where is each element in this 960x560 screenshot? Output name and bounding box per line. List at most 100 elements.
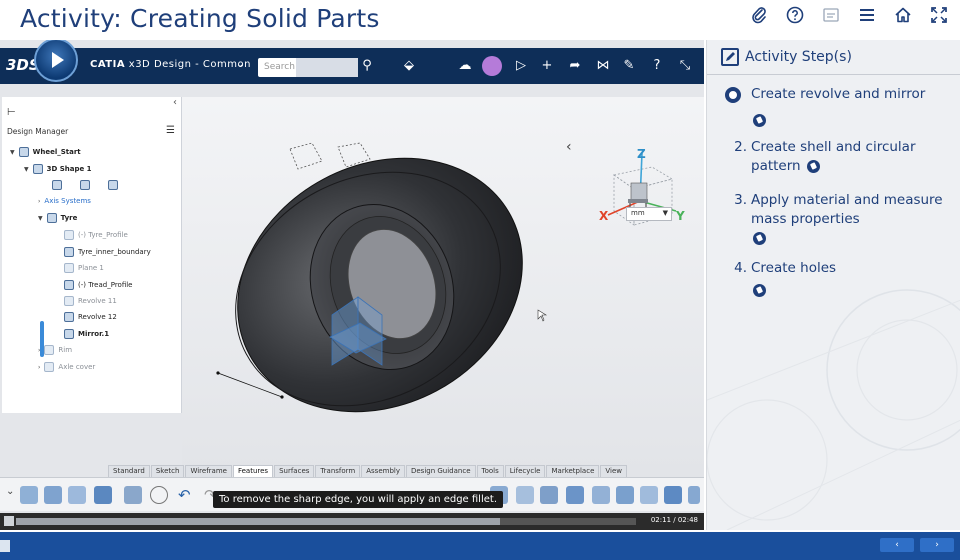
thickness-icon[interactable] <box>592 486 610 504</box>
step-4-play-icon[interactable] <box>753 284 766 297</box>
body-icon <box>46 213 57 223</box>
pattern-icon[interactable] <box>124 486 142 504</box>
step-3-play-icon[interactable] <box>753 232 766 245</box>
toolbar-expand-icon[interactable]: ⌄ <box>6 486 16 504</box>
tab-view[interactable]: View <box>600 465 628 477</box>
tree-item-plane-1[interactable]: Plane 1 <box>64 263 104 273</box>
tree-item-tyre-inner-boundary[interactable]: Tyre_inner_boundary <box>64 247 151 257</box>
expand-icon[interactable]: › <box>38 364 40 371</box>
search-icon[interactable]: ⚲ <box>358 57 376 75</box>
tree-item-label: 3D Shape 1 <box>46 165 92 173</box>
tree-item-label: Axis Systems <box>44 197 91 205</box>
step-text: Create shell and circular pattern <box>751 139 916 174</box>
tree-item-3d-shape[interactable]: ▼ 3D Shape 1 <box>24 164 92 174</box>
play-pause-button[interactable] <box>4 516 14 526</box>
avatar[interactable] <box>482 56 502 76</box>
tree-item-revolve-11[interactable]: Revolve 11 <box>64 296 117 306</box>
3d-viewport[interactable]: ‹ Z X Y mm ▼ <box>182 97 704 477</box>
network-icon[interactable]: ⋈ <box>594 57 612 75</box>
expand-icon[interactable]: ▼ <box>38 215 43 222</box>
forward-icon[interactable]: ➦ <box>566 57 584 75</box>
tree-item-rim[interactable]: › Rim <box>38 345 72 355</box>
tree-item-mirror[interactable]: Mirror.1 <box>64 329 109 339</box>
expand-icon[interactable]: ▼ <box>10 149 15 156</box>
page-title: Activity: Creating Solid Parts <box>20 4 380 33</box>
undo-icon[interactable]: ↶ <box>178 486 196 504</box>
tab-wireframe[interactable]: Wireframe <box>185 465 232 477</box>
tab-design-guidance[interactable]: Design Guidance <box>405 465 476 477</box>
home-icon[interactable] <box>892 4 914 26</box>
catia-help-icon[interactable]: ? <box>648 57 666 75</box>
step-text: Create revolve and mirror <box>751 86 926 102</box>
boolean-icon[interactable] <box>664 486 682 504</box>
progress-bar[interactable] <box>16 518 636 525</box>
expand-icon[interactable]: › <box>38 347 40 354</box>
tab-tools[interactable]: Tools <box>476 465 504 477</box>
time-display: 02:11 / 02:48 <box>650 516 698 524</box>
prev-button[interactable]: ‹ <box>880 538 914 552</box>
step-number: 4. <box>734 260 747 276</box>
tab-assembly[interactable]: Assembly <box>361 465 405 477</box>
tree-item-axle-cover[interactable]: › Axle cover <box>38 362 95 372</box>
step-1-play-icon[interactable] <box>753 114 766 127</box>
draft-icon[interactable] <box>540 486 558 504</box>
share-play-icon[interactable]: ▷ <box>512 57 530 75</box>
chamfer-icon[interactable] <box>516 486 534 504</box>
shape-icon <box>32 164 43 174</box>
tree-item-tread-profile[interactable]: (-) Tread_Profile <box>64 280 133 290</box>
chevron-left-icon[interactable]: ‹ <box>566 139 572 155</box>
step-2-play-icon[interactable] <box>807 160 820 173</box>
video-player[interactable]: 3DS CATIA x3D Design - Common ⌄ Search ⚲… <box>0 40 704 530</box>
more-tools-icon[interactable] <box>688 486 700 504</box>
split-icon[interactable] <box>616 486 634 504</box>
gear-icon[interactable] <box>150 486 168 504</box>
tools-icon[interactable]: ✎ <box>620 57 638 75</box>
remove-icon[interactable] <box>640 486 658 504</box>
add-icon[interactable]: + <box>538 57 556 75</box>
shaft-icon[interactable] <box>68 486 86 504</box>
fullscreen-icon[interactable] <box>928 4 950 26</box>
collapse-panel-icon[interactable]: ‹ <box>173 97 177 108</box>
tab-features[interactable]: Features <box>232 465 274 477</box>
tree-item-revolve-12[interactable]: Revolve 12 <box>64 312 117 322</box>
shell-icon[interactable] <box>566 486 584 504</box>
cloud-icon[interactable]: ☁ <box>456 57 474 75</box>
axis-y-label: Y <box>676 209 685 223</box>
pad-icon[interactable] <box>20 486 38 504</box>
collapse-icon[interactable]: ⤡ <box>676 57 694 75</box>
unit-select[interactable]: mm ▼ <box>626 207 672 221</box>
paperclip-icon[interactable] <box>748 4 770 26</box>
tab-standard[interactable]: Standard <box>108 465 150 477</box>
expand-icon[interactable]: › <box>38 198 40 205</box>
compass-icon[interactable] <box>34 40 78 82</box>
help-icon[interactable] <box>784 4 806 26</box>
tab-transform[interactable]: Transform <box>315 465 361 477</box>
catia-top-bar: 3DS CATIA x3D Design - Common ⌄ Search ⚲… <box>0 48 704 84</box>
expand-icon[interactable]: ▼ <box>24 166 29 173</box>
transcript-icon[interactable] <box>820 4 842 26</box>
tree-item-axis-systems[interactable]: › Axis Systems <box>38 197 91 205</box>
app-dropdown-icon[interactable]: ⌄ <box>236 59 244 70</box>
next-button[interactable]: › <box>920 538 954 552</box>
panel-menu-icon[interactable]: ☰ <box>166 125 175 136</box>
footer-bar: ‹ › <box>0 532 960 560</box>
product-icon <box>18 147 29 157</box>
tree-item-label: Revolve 12 <box>78 313 117 321</box>
revolve-icon <box>64 296 74 306</box>
tree-item-wheel-start[interactable]: ▼ Wheel_Start <box>10 147 81 157</box>
tag-icon[interactable]: ⬙ <box>400 57 418 75</box>
revolve-icon <box>64 312 74 322</box>
tab-surfaces[interactable]: Surfaces <box>274 465 315 477</box>
tree-item-tyre[interactable]: ▼ Tyre <box>38 213 77 223</box>
pocket-icon[interactable] <box>44 486 62 504</box>
tree-item-tyre-profile[interactable]: (-) Tyre_Profile <box>64 230 128 240</box>
tab-sketch[interactable]: Sketch <box>150 465 185 477</box>
divider <box>707 74 960 75</box>
tab-marketplace[interactable]: Marketplace <box>546 465 600 477</box>
tree-tab-icon[interactable]: ⊢ <box>7 107 16 118</box>
tree-item-reference-planes[interactable] <box>52 180 118 190</box>
volume-icon[interactable] <box>0 540 10 552</box>
tab-lifecycle[interactable]: Lifecycle <box>504 465 546 477</box>
hole-icon[interactable] <box>94 486 112 504</box>
menu-icon[interactable] <box>856 4 878 26</box>
